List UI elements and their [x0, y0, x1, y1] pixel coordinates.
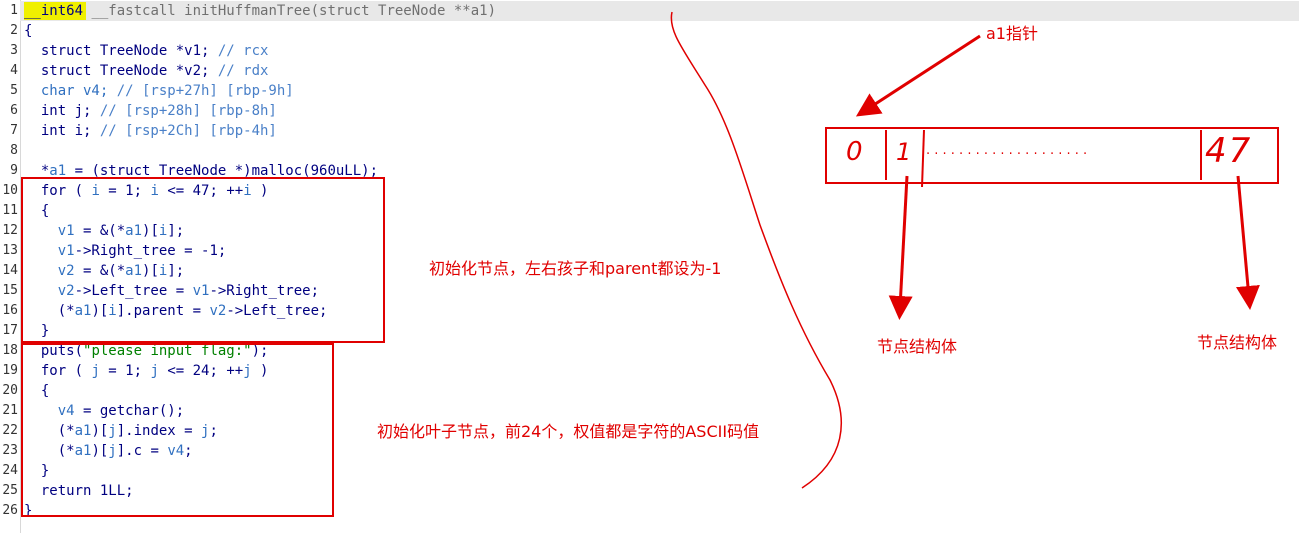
node-arrow-right: [1235, 175, 1260, 310]
array-divider-2: [921, 129, 925, 188]
annotation-drawings: [670, 11, 1260, 489]
divider-curve: [670, 11, 842, 489]
pointer-arrow: [855, 34, 981, 117]
node-arrow-left: [888, 175, 913, 320]
